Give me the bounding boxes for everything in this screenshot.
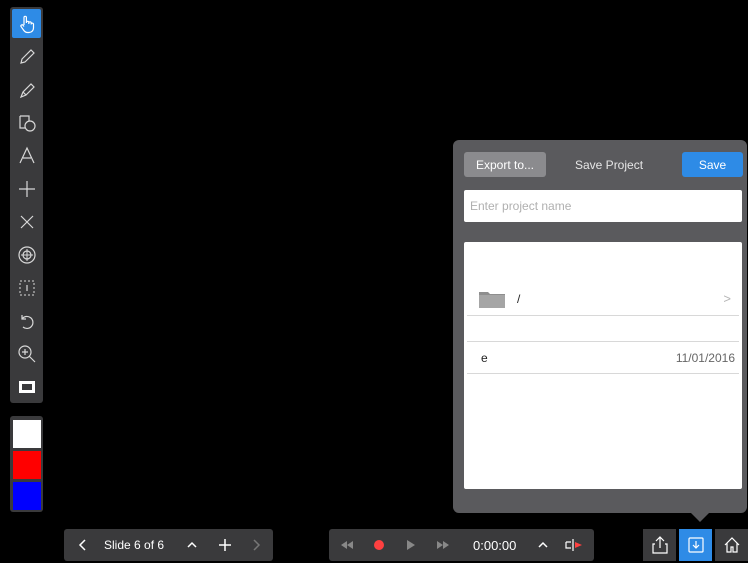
undo-tool[interactable] (12, 306, 41, 335)
target-tool[interactable] (12, 240, 41, 269)
plus-icon (18, 180, 35, 197)
cross-icon (20, 215, 33, 228)
recording-controls: 0:00:00 (329, 529, 594, 561)
slide-counter[interactable]: Slide 6 of 6 (104, 529, 164, 561)
save-button[interactable]: Save (682, 152, 743, 177)
zoom-tool[interactable] (12, 339, 41, 368)
chevron-right-icon: > (723, 291, 731, 306)
shapes-icon (18, 114, 36, 132)
target-icon (17, 245, 36, 264)
eraser-tool[interactable] (12, 207, 41, 236)
color-swatches (10, 416, 43, 512)
rewind-button[interactable] (335, 529, 359, 561)
save-project-button[interactable] (679, 529, 712, 561)
slide-navigator: Slide 6 of 6 (64, 529, 273, 561)
chevron-up-icon (187, 541, 197, 548)
share-button[interactable] (643, 529, 676, 561)
plus-icon (219, 539, 231, 551)
record-button[interactable] (367, 529, 391, 561)
undo-icon (20, 314, 34, 329)
share-icon (651, 536, 668, 554)
chevron-up-icon (538, 541, 548, 548)
save-download-icon (687, 537, 704, 553)
timeline-picker-button[interactable] (533, 529, 553, 561)
folder-icon (479, 292, 505, 308)
crosshair-tool[interactable] (12, 174, 41, 203)
screen-icon (18, 380, 35, 393)
tool-palette (10, 7, 43, 403)
swatch-blue[interactable] (13, 482, 41, 510)
swatch-red[interactable] (13, 451, 41, 479)
recording-mode-button[interactable] (561, 529, 587, 561)
export-button[interactable]: Export to... (464, 152, 546, 177)
hand-pointer-tool[interactable] (12, 9, 41, 38)
file-date: 11/01/2016 (675, 351, 735, 365)
popover-arrow (690, 512, 710, 522)
document-actions (643, 529, 748, 561)
rewind-icon (341, 541, 353, 549)
zoom-icon (17, 344, 35, 362)
folder-row[interactable]: / > (467, 283, 739, 316)
fast-forward-icon (437, 541, 449, 549)
previous-slide-button[interactable] (70, 529, 96, 561)
fast-forward-button[interactable] (431, 529, 455, 561)
list-separator (467, 315, 739, 342)
home-button[interactable] (715, 529, 748, 561)
play-icon (407, 540, 415, 550)
popover-title: Save Project (575, 158, 644, 172)
add-slide-button[interactable] (212, 529, 238, 561)
record-icon (374, 540, 384, 550)
swatch-white[interactable] (13, 420, 41, 448)
file-row[interactable]: e 11/01/2016 (467, 341, 739, 374)
highlighter-icon (19, 82, 35, 98)
chevron-right-icon (253, 539, 261, 551)
text-icon (18, 146, 35, 163)
save-project-popover: Export to... Save Project Save / > e 11/… (453, 140, 747, 513)
project-file-list: / > e 11/01/2016 (464, 242, 742, 489)
time-display: 0:00:00 (473, 537, 517, 553)
shapes-tool[interactable] (12, 108, 41, 137)
slide-picker-button[interactable] (182, 529, 202, 561)
camera-record-icon (565, 539, 582, 551)
folder-name: / (517, 292, 521, 306)
text-tool[interactable] (12, 141, 41, 170)
play-button[interactable] (399, 529, 423, 561)
project-name-input[interactable] (464, 190, 742, 222)
hand-pointer-icon (19, 15, 34, 33)
highlighter-tool[interactable] (12, 75, 41, 104)
file-name: e (481, 351, 488, 365)
chevron-left-icon (78, 539, 86, 551)
screen-tool[interactable] (12, 372, 41, 401)
pen-icon (19, 48, 35, 64)
selection-icon (19, 280, 34, 295)
selection-tool[interactable] (12, 273, 41, 302)
next-slide-button[interactable] (246, 529, 266, 561)
pen-tool[interactable] (12, 42, 41, 71)
home-icon (724, 537, 739, 553)
